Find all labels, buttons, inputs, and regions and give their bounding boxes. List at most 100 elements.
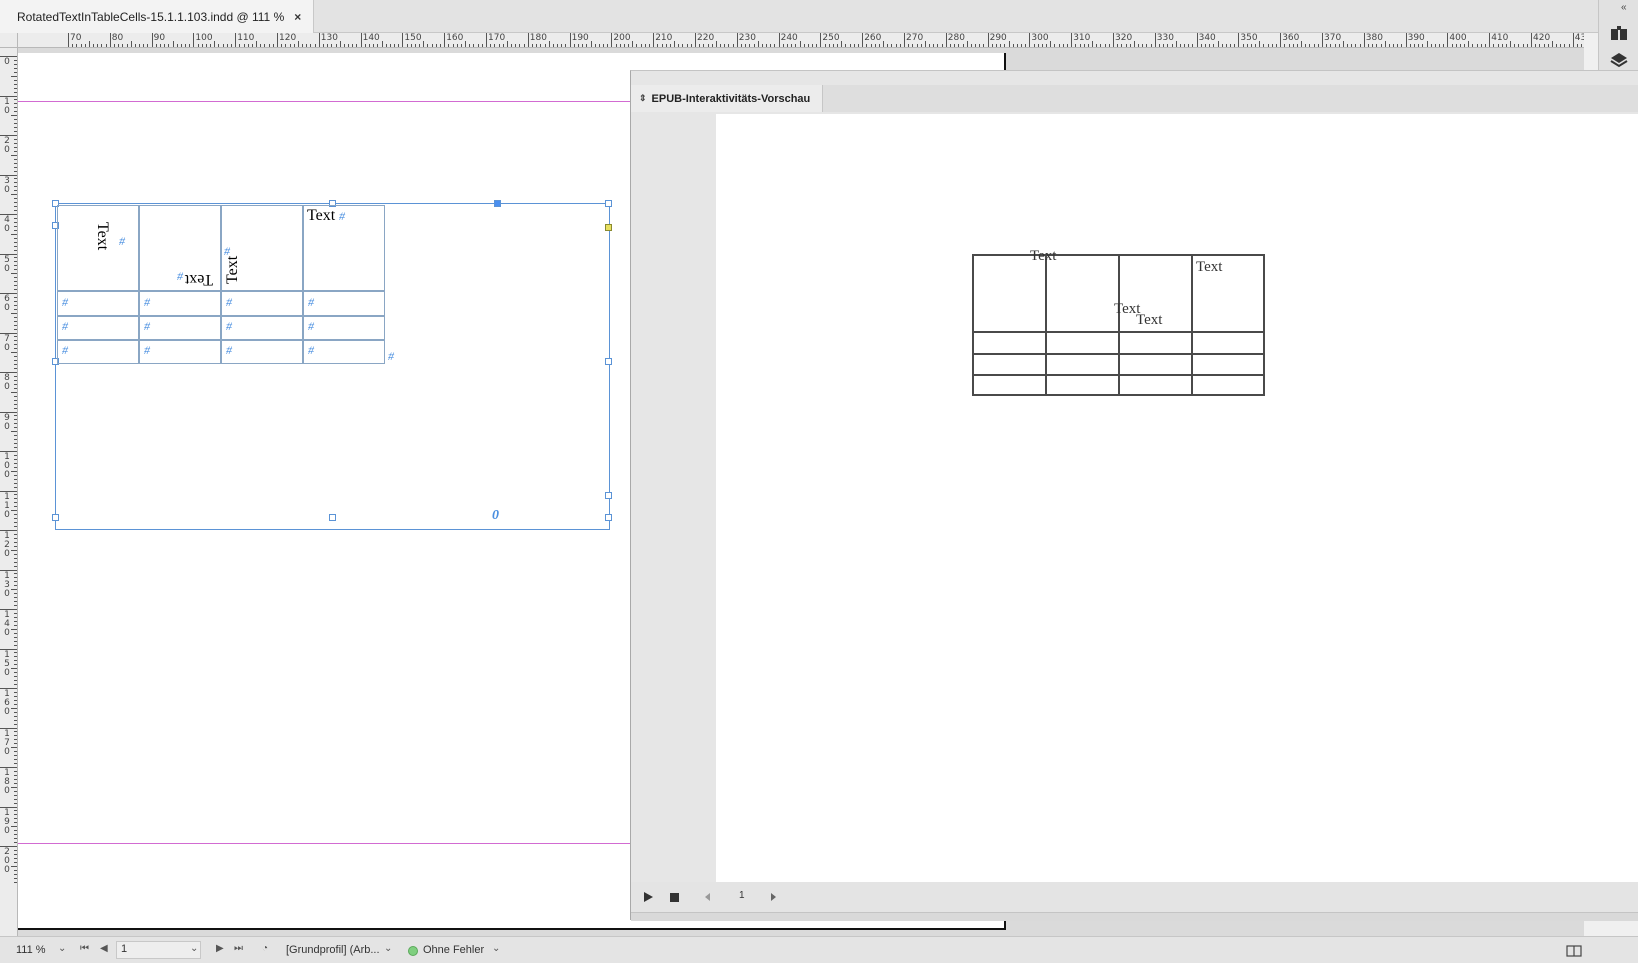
first-page-icon[interactable]: ⏮ [80,943,89,954]
ruler-minor-tick [155,44,157,47]
table-cell[interactable] [139,316,221,340]
panel-toggle-icon[interactable]: ⇕ [639,93,647,104]
ruler-minor-tick [14,561,17,563]
table-cell[interactable] [57,316,139,340]
zoom-level[interactable]: 111 % [16,944,46,956]
table-cell[interactable] [139,291,221,316]
ruler-minor-tick [803,44,805,47]
ruler-minor-tick [14,660,17,662]
vertical-ruler[interactable]: 0 10 20 30 40 50 60 70 80 90 100 110 120 130 140 150 160… [0,48,18,936]
stop-icon[interactable] [668,890,682,904]
preflight-icon[interactable]: ◔ [262,943,268,954]
split-window-icon[interactable] [1566,945,1582,957]
overset-indicator[interactable]: 0 [492,508,499,524]
ruler-label: 100 [195,33,213,43]
ruler-minor-tick [80,44,82,47]
ruler-label: 130 [320,33,338,43]
play-icon[interactable] [641,890,655,904]
pages-panel-icon[interactable] [1609,24,1629,44]
ruler-minor-tick [440,44,442,47]
ruler-minor-tick [14,63,17,65]
ruler-minor-tick [14,324,17,326]
ruler-minor-tick [1000,44,1002,47]
anchor-handle[interactable] [494,200,501,207]
ruler-tick [1531,33,1532,47]
table-cell[interactable] [303,316,385,340]
frame-handle-bl[interactable] [52,514,59,521]
ruler-minor-tick [11,865,17,867]
ruler-minor-tick [678,44,680,47]
panel-resize-grip[interactable] [631,912,1638,921]
profile-dropdown-icon[interactable]: ⌄ [384,943,392,954]
ruler-label: 120 [4,531,10,559]
ruler-tick [611,33,613,47]
ruler-minor-tick [866,44,868,47]
ruler-minor-tick [427,44,429,47]
ruler-minor-tick [481,44,483,47]
last-page-icon[interactable]: ⏭ [234,943,243,954]
ruler-minor-tick [740,44,742,47]
ruler-minor-tick [14,652,17,654]
epub-panel-tab[interactable]: ⇕ EPUB-Interaktivitäts-Vorschau [631,85,824,112]
ruler-minor-tick [1213,44,1215,47]
table-cell[interactable] [221,340,303,364]
collapse-panels-icon[interactable]: « [1621,2,1627,13]
ruler-minor-tick [126,44,128,47]
ruler-minor-tick [14,107,17,109]
ruler-minor-tick [824,44,826,47]
table-cell[interactable] [139,340,221,364]
ruler-minor-tick [14,719,17,721]
ruler-minor-tick [14,557,17,559]
frame-handle-bc[interactable] [329,514,336,521]
table-cell[interactable] [57,291,139,316]
table-cell[interactable] [221,291,303,316]
layers-panel-icon[interactable] [1609,50,1629,70]
zoom-dropdown-icon[interactable]: ⌄ [58,943,66,954]
next-page-icon[interactable]: ▶ [216,943,224,954]
preflight-status[interactable]: Ohne Fehler [423,944,484,956]
horizontal-ruler[interactable]: 70 80 90 100 110 120 130 140 150 160 170 180 190 200 2… [18,33,1584,48]
ruler-minor-tick [14,838,17,840]
ruler-minor-tick [201,44,203,47]
page-dropdown-icon[interactable]: ⌄ [190,943,198,954]
close-icon[interactable]: × [294,10,301,24]
page-number-field[interactable]: 1 [116,941,201,959]
ruler-minor-tick [11,431,17,433]
table-cell[interactable] [221,316,303,340]
ruler-minor-tick [1309,44,1311,47]
table-cell[interactable] [303,291,385,316]
ruler-minor-tick [97,44,99,47]
frame-handle-tr[interactable] [605,200,612,207]
ruler-minor-tick [791,44,793,47]
ruler-minor-tick [1413,44,1415,47]
epub-preview-viewport[interactable]: Text Text Text Text [716,114,1638,882]
ruler-minor-tick [260,44,262,47]
preflight-profile[interactable]: [Grundprofil] (Arb... [286,944,380,956]
ruler-minor-tick [937,44,939,47]
ruler-minor-tick [14,498,17,500]
ruler-minor-tick [540,44,542,47]
live-corner-handle[interactable] [605,224,612,231]
ruler-minor-tick [832,44,834,47]
ruler-minor-tick [557,44,559,47]
ruler-minor-tick [1510,41,1512,47]
frame-handle-mr[interactable] [605,358,612,365]
out-port[interactable] [605,492,612,499]
ruler-label: 230 [738,33,756,43]
previous-page-icon[interactable]: ◀ [100,943,108,954]
ruler-minor-tick [1271,44,1273,47]
ruler-minor-tick [1163,44,1165,47]
ruler-minor-tick [14,383,17,385]
ruler-minor-tick [1543,44,1545,47]
ruler-label: 20 [4,136,10,155]
ruler-origin[interactable] [0,33,18,48]
document-tab[interactable]: RotatedTextInTableCells-15.1.1.103.indd … [0,0,315,33]
frame-handle-br[interactable] [605,514,612,521]
table-cell[interactable] [57,340,139,364]
preflight-menu-icon[interactable]: ⌄ [492,943,500,954]
next-page-icon[interactable] [766,890,780,904]
ruler-minor-tick [14,616,17,618]
table-cell[interactable] [303,340,385,364]
text-frame[interactable]: 0 Text # Text # Text # Text # # # # # # … [52,200,612,530]
previous-page-icon[interactable] [701,890,715,904]
